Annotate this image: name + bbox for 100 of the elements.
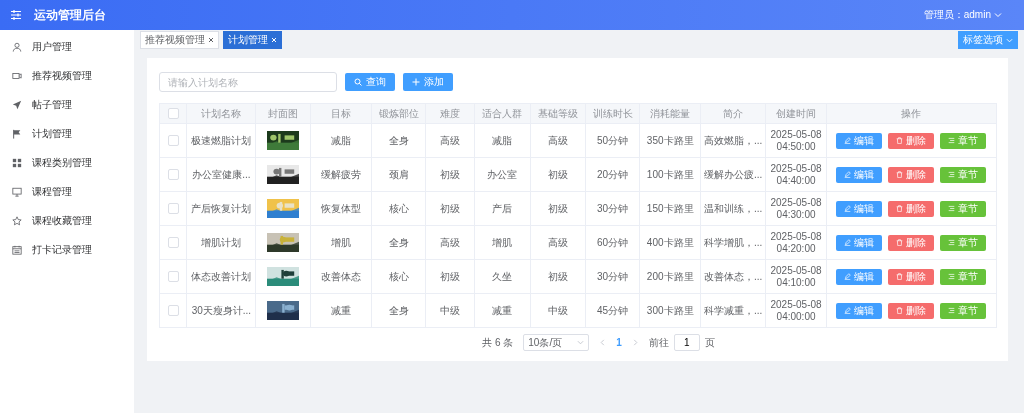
sidebar-item[interactable]: 帖子管理	[0, 90, 134, 119]
sidebar-item[interactable]: 课程管理	[0, 177, 134, 206]
tab-options-button[interactable]: 标签选项	[958, 31, 1018, 49]
paper-plane-icon	[12, 99, 22, 110]
chapter-button[interactable]: 章节	[940, 268, 987, 285]
page-input[interactable]: 1	[673, 334, 700, 351]
table-cell: 2025-05-08 04:40:00	[765, 157, 827, 192]
page-size-select[interactable]: 10条/页	[523, 334, 590, 351]
trash-icon	[896, 307, 904, 314]
table-cell: 30分钟	[585, 259, 640, 294]
delete-button[interactable]: 删除	[888, 302, 935, 319]
delete-button[interactable]: 删除	[888, 166, 935, 183]
sidebar-item[interactable]: 课程类别管理	[0, 148, 134, 177]
table-cell: 45分钟	[585, 293, 640, 328]
menu-icon[interactable]	[10, 9, 22, 21]
edit-button[interactable]: 编辑	[836, 234, 883, 251]
delete-button[interactable]: 删除	[888, 268, 935, 285]
trash-icon	[896, 205, 904, 212]
chapter-button[interactable]: 章节	[940, 302, 987, 319]
query-button[interactable]: 查询	[345, 73, 395, 91]
chapter-button[interactable]: 章节	[940, 166, 987, 183]
table-cell: 初级	[425, 157, 475, 192]
sidebar-item[interactable]: 课程收藏管理	[0, 206, 134, 235]
select-all-checkbox[interactable]	[167, 108, 179, 120]
search-icon	[354, 78, 362, 86]
page-tab[interactable]: 计划管理	[223, 31, 282, 49]
table-cell: 减脂	[310, 123, 372, 158]
table-cell: 400卡路里	[639, 225, 701, 260]
delete-button[interactable]: 删除	[888, 234, 935, 251]
edit-button[interactable]: 编辑	[836, 132, 883, 149]
table-cell: 高级	[530, 225, 586, 260]
trash-icon	[896, 239, 904, 246]
table-cell: 减重	[310, 293, 372, 328]
column-header: 封面图	[256, 103, 311, 124]
edit-button[interactable]: 编辑	[836, 268, 883, 285]
close-icon[interactable]	[208, 37, 214, 43]
caret-icon	[994, 11, 1002, 19]
column-header: 难度	[425, 103, 475, 124]
grid-icon	[12, 157, 22, 168]
previous-page-icon[interactable]	[599, 339, 607, 346]
row-checkbox[interactable]	[167, 169, 179, 181]
delete-button[interactable]: 删除	[888, 200, 935, 217]
table-cell: 2025-05-08 04:20:00	[765, 225, 827, 260]
row-checkbox[interactable]	[167, 305, 179, 317]
page-tab[interactable]: 推荐视频管理	[140, 31, 219, 49]
table-cell: 产后	[474, 191, 531, 226]
column-header: 基础等级	[530, 103, 586, 124]
row-checkbox[interactable]	[167, 135, 179, 147]
table-cell: 中级	[530, 293, 586, 328]
table-cell: 核心	[371, 191, 426, 226]
table-cell: 减脂	[474, 123, 531, 158]
table-cell: 2025-05-08 04:00:00	[765, 293, 827, 328]
table-cell: 颈肩	[371, 157, 426, 192]
edit-button[interactable]: 编辑	[836, 302, 883, 319]
edit-button[interactable]: 编辑	[836, 200, 883, 217]
next-page-icon[interactable]	[631, 339, 639, 346]
table-cell: 初级	[530, 259, 586, 294]
edit-icon	[844, 307, 852, 314]
caret-icon	[1006, 36, 1013, 44]
admin-menu[interactable]: 管理员：admin	[923, 8, 1002, 22]
edit-icon	[844, 205, 852, 212]
table-cell: 200卡路里	[639, 259, 701, 294]
table-cell: 全身	[371, 225, 426, 260]
table-cell: 初级	[530, 191, 586, 226]
edit-icon	[844, 171, 852, 178]
table-cell: 增肌	[474, 225, 531, 260]
total-count: 共 6 条	[482, 335, 514, 350]
table-cell: 缓解办公疲...	[700, 157, 766, 192]
add-button[interactable]: 添加	[403, 73, 453, 91]
row-checkbox[interactable]	[167, 271, 179, 283]
table-cell: 久坐	[474, 259, 531, 294]
chapter-button[interactable]: 章节	[940, 234, 987, 251]
table-cell: 体态改善计划	[186, 259, 256, 294]
table-cell: 150卡路里	[639, 191, 701, 226]
chapter-button[interactable]: 章节	[940, 200, 987, 217]
edit-icon	[844, 239, 852, 246]
table-cell: 缓解疲劳	[310, 157, 372, 192]
table-cell: 增肌计划	[186, 225, 256, 260]
table-cell: 2025-05-08 04:30:00	[765, 191, 827, 226]
page-number[interactable]: 1	[616, 337, 622, 348]
table-cell: 30分钟	[585, 191, 640, 226]
sidebar-item[interactable]: 推荐视频管理	[0, 61, 134, 90]
trash-icon	[896, 137, 904, 144]
sidebar-item[interactable]: 计划管理	[0, 119, 134, 148]
edit-button[interactable]: 编辑	[836, 166, 883, 183]
edit-icon	[844, 273, 852, 280]
table-cell: 科学减重，...	[700, 293, 766, 328]
table-cell: 高效燃脂，...	[700, 123, 766, 158]
table-cell: 恢复体型	[310, 191, 372, 226]
search-field[interactable]: 请输入计划名称	[159, 72, 337, 92]
column-header: 操作	[826, 103, 997, 124]
row-checkbox[interactable]	[167, 203, 179, 215]
table-cell: 增肌	[310, 225, 372, 260]
row-checkbox[interactable]	[167, 237, 179, 249]
table-cell: 60分钟	[585, 225, 640, 260]
sidebar-item[interactable]: 打卡记录管理	[0, 235, 134, 264]
goto-label: 前往	[648, 335, 669, 350]
delete-button[interactable]: 删除	[888, 132, 935, 149]
chapter-button[interactable]: 章节	[940, 132, 987, 149]
sidebar-item[interactable]: 用户管理	[0, 32, 134, 61]
